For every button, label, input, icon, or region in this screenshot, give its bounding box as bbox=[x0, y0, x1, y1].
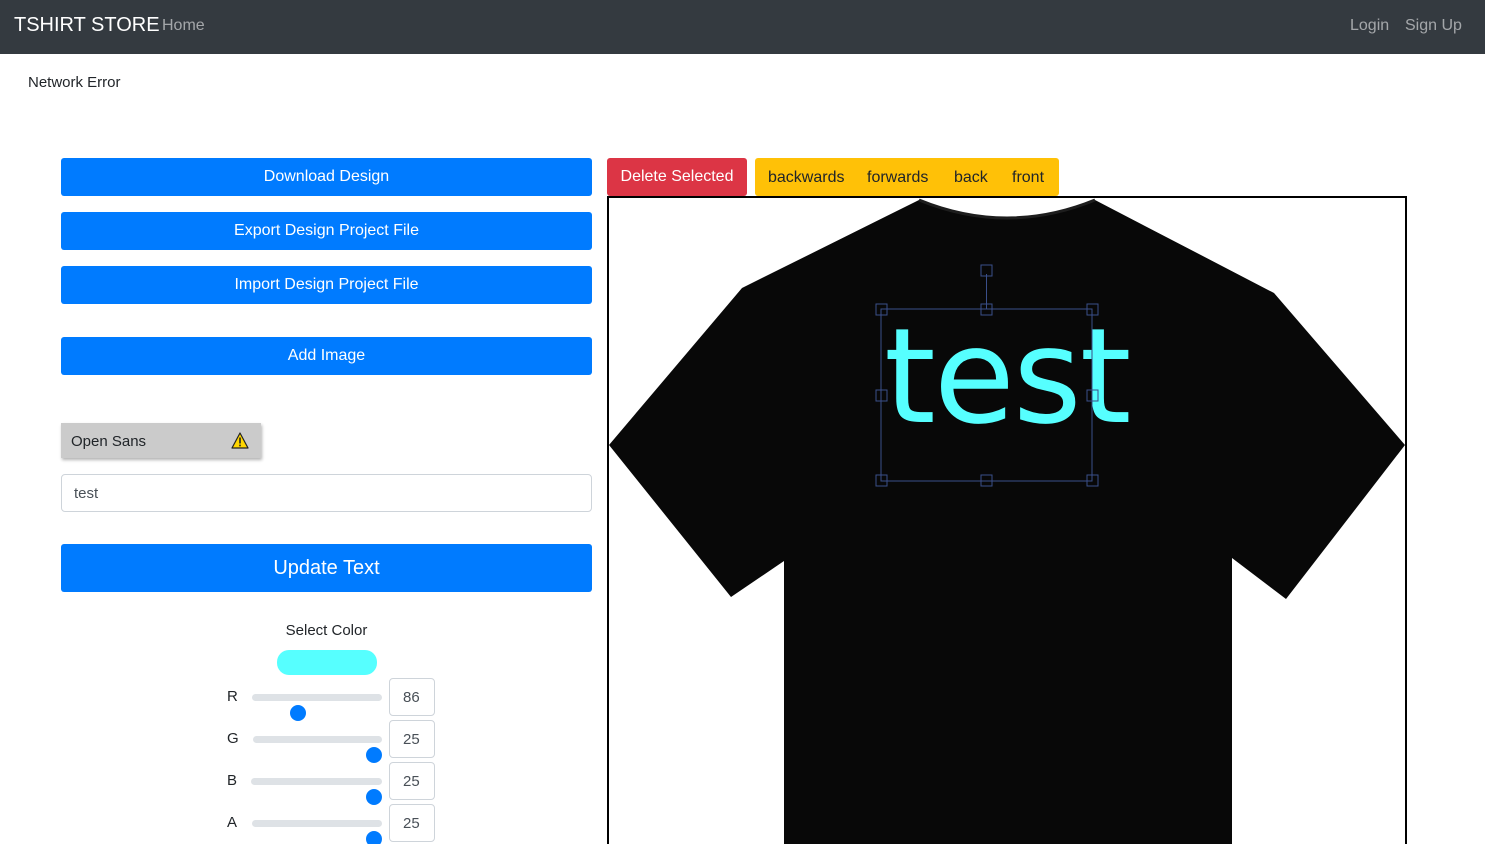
add-image-button[interactable]: Add Image bbox=[61, 337, 592, 375]
blue-slider[interactable] bbox=[251, 778, 382, 805]
slider-thumb[interactable] bbox=[366, 747, 382, 763]
nav-signup-link[interactable]: Sign Up bbox=[1405, 17, 1462, 35]
slider-row-a: A 25 bbox=[220, 804, 440, 844]
error-message: Network Error bbox=[28, 74, 121, 91]
font-picker[interactable]: Open Sans bbox=[61, 423, 261, 458]
update-text-button[interactable]: Update Text bbox=[61, 544, 592, 592]
brand-link[interactable]: TSHIRT STORE bbox=[14, 14, 160, 37]
slider-label: A bbox=[227, 814, 238, 831]
slider-row-b: B 25 bbox=[220, 762, 440, 805]
export-project-button[interactable]: Export Design Project File bbox=[61, 212, 592, 250]
nav-login-link[interactable]: Login bbox=[1350, 17, 1389, 35]
slider-label: G bbox=[227, 730, 239, 747]
back-button[interactable]: back bbox=[954, 169, 988, 187]
font-name: Open Sans bbox=[71, 433, 147, 450]
delete-selected-button[interactable]: Delete Selected bbox=[607, 158, 747, 196]
slider-label: R bbox=[227, 688, 238, 705]
top-navbar: TSHIRT STORE Home Login Sign Up bbox=[0, 0, 1485, 54]
forwards-button[interactable]: forwards bbox=[867, 169, 928, 187]
import-project-button[interactable]: Import Design Project File bbox=[61, 266, 592, 304]
red-slider[interactable] bbox=[252, 694, 382, 721]
alpha-value-input[interactable]: 25 bbox=[389, 804, 435, 842]
front-button[interactable]: front bbox=[1012, 169, 1044, 187]
tshirt-image bbox=[609, 198, 1405, 844]
backwards-button[interactable]: backwards bbox=[768, 169, 844, 187]
alpha-slider[interactable] bbox=[252, 820, 382, 844]
design-canvas[interactable]: test bbox=[607, 196, 1407, 844]
layer-order-button-group: backwards forwards back front bbox=[755, 158, 1059, 196]
text-input[interactable] bbox=[61, 474, 592, 512]
slider-thumb[interactable] bbox=[290, 705, 307, 721]
red-value-input[interactable]: 86 bbox=[389, 678, 435, 716]
slider-thumb[interactable] bbox=[366, 831, 382, 844]
download-design-button[interactable]: Download Design bbox=[61, 158, 592, 196]
slider-row-r: R 86 bbox=[220, 678, 440, 721]
blue-value-input[interactable]: 25 bbox=[389, 762, 435, 800]
color-swatch bbox=[277, 650, 377, 675]
design-text-object[interactable]: test bbox=[884, 311, 1131, 443]
nav-home-link[interactable]: Home bbox=[162, 17, 205, 35]
warning-triangle-icon bbox=[231, 432, 249, 449]
green-slider[interactable] bbox=[253, 736, 382, 763]
green-value-input[interactable]: 25 bbox=[389, 720, 435, 758]
slider-row-g: G 25 bbox=[220, 720, 440, 763]
slider-label: B bbox=[227, 772, 238, 789]
slider-thumb[interactable] bbox=[366, 789, 382, 805]
select-color-label: Select Color bbox=[285, 622, 368, 639]
